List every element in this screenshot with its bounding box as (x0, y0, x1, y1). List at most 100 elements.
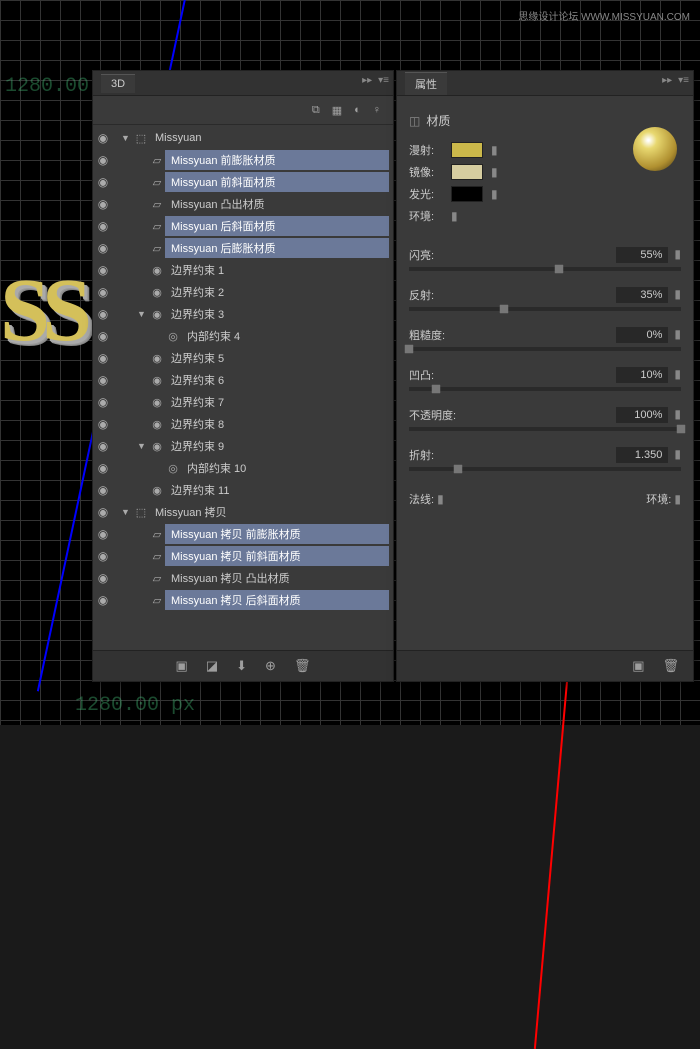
visibility-icon[interactable]: ◉ (93, 439, 113, 453)
tree-row[interactable]: ◉◉边界约束 8 (93, 413, 393, 435)
visibility-icon[interactable]: ◉ (93, 483, 113, 497)
tree-row[interactable]: ◉▼◉边界约束 3 (93, 303, 393, 325)
scene-tree[interactable]: ◉▼⬚Missyuan◉▱Missyuan 前膨胀材质◉▱Missyuan 前斜… (93, 125, 393, 649)
visibility-icon[interactable]: ◉ (93, 571, 113, 585)
visibility-icon[interactable]: ◉ (93, 219, 113, 233)
slider-track[interactable] (409, 427, 681, 431)
slider-value[interactable]: 10% (616, 367, 668, 383)
expand-arrow[interactable]: ▼ (121, 507, 133, 517)
slider-thumb[interactable] (449, 461, 466, 478)
visibility-icon[interactable]: ◉ (93, 351, 113, 365)
visibility-icon[interactable]: ◉ (93, 549, 113, 563)
visibility-icon[interactable]: ◉ (93, 263, 113, 277)
tree-row[interactable]: ◉▱Missyuan 后膨胀材质 (93, 237, 393, 259)
slider-thumb[interactable] (550, 261, 567, 278)
tree-row[interactable]: ◉▼⬚Missyuan (93, 127, 393, 149)
panel-3d-header[interactable]: 3D (93, 71, 393, 96)
slider-thumb[interactable] (401, 341, 418, 358)
light-add-icon[interactable]: ⬇ (236, 658, 247, 674)
tree-row[interactable]: ◉▱Missyuan 前斜面材质 (93, 171, 393, 193)
tree-row[interactable]: ◉▱Missyuan 拷贝 后斜面材质 (93, 589, 393, 611)
tree-row[interactable]: ◉◎内部约束 4 (93, 325, 393, 347)
color-swatch[interactable] (451, 186, 483, 202)
panel-collapse-icon[interactable]: ▸▸ (362, 75, 372, 86)
slider-value[interactable]: 0% (616, 327, 668, 343)
visibility-icon[interactable]: ◉ (93, 197, 113, 211)
new-layer-icon[interactable]: ◪ (206, 658, 218, 674)
folder-icon[interactable]: ▮ (451, 209, 458, 223)
light-icon[interactable]: ♀ (373, 104, 381, 116)
visibility-icon[interactable]: ◉ (93, 131, 113, 145)
visibility-icon[interactable]: ◉ (93, 175, 113, 189)
trash-icon[interactable]: 🗑 (662, 658, 679, 674)
slider-value[interactable]: 100% (616, 407, 668, 423)
tree-row[interactable]: ◉▼⬚Missyuan 拷贝 (93, 501, 393, 523)
folder-icon[interactable]: ▮ (674, 447, 681, 461)
slider-thumb[interactable] (428, 381, 445, 398)
visibility-icon[interactable]: ◉ (93, 373, 113, 387)
visibility-icon[interactable]: ◉ (93, 285, 113, 299)
filter-icon[interactable]: ⧉ (312, 104, 320, 117)
material-preview-sphere[interactable] (633, 127, 677, 171)
tree-row[interactable]: ◉▱Missyuan 拷贝 凸出材质 (93, 567, 393, 589)
visibility-icon[interactable]: ◉ (93, 329, 113, 343)
tree-row[interactable]: ◉▱Missyuan 后斜面材质 (93, 215, 393, 237)
folder-icon[interactable]: ▮ (437, 492, 444, 506)
tab-3d[interactable]: 3D (101, 74, 135, 93)
expand-arrow[interactable]: ▼ (137, 309, 149, 319)
slider-value[interactable]: 35% (616, 287, 668, 303)
tree-row[interactable]: ◉▱Missyuan 前膨胀材质 (93, 149, 393, 171)
folder-icon[interactable]: ▮ (674, 287, 681, 301)
folder-icon[interactable]: ▮ (674, 492, 681, 506)
trash-icon[interactable]: 🗑 (294, 658, 311, 674)
panel-props-header[interactable]: 属性 (397, 71, 693, 96)
color-swatch[interactable] (451, 164, 483, 180)
tree-row[interactable]: ◉▱Missyuan 凸出材质 (93, 193, 393, 215)
panel-menu-icon[interactable]: ▾≡ (678, 75, 689, 86)
tab-properties[interactable]: 属性 (405, 72, 447, 95)
visibility-icon[interactable]: ◉ (93, 307, 113, 321)
folder-icon[interactable]: ▮ (674, 247, 681, 261)
tree-row[interactable]: ◉◉边界约束 7 (93, 391, 393, 413)
tree-row[interactable]: ◉◉边界约束 6 (93, 369, 393, 391)
slider-thumb[interactable] (673, 421, 690, 438)
panel-menu-icon[interactable]: ▾≡ (378, 75, 389, 86)
folder-icon[interactable]: ▮ (491, 143, 498, 157)
folder-icon[interactable]: ▮ (491, 187, 498, 201)
slider-track[interactable] (409, 307, 681, 311)
add-icon[interactable]: ⊕ (265, 658, 276, 674)
render-settings-icon[interactable]: ▣ (632, 658, 644, 674)
view-icon[interactable]: ▦ (332, 104, 342, 117)
visibility-icon[interactable]: ◉ (93, 417, 113, 431)
folder-icon[interactable]: ▮ (674, 327, 681, 341)
visibility-icon[interactable]: ◉ (93, 153, 113, 167)
tree-row[interactable]: ◉▼◉边界约束 9 (93, 435, 393, 457)
text-3d-object[interactable]: SS (0, 250, 92, 370)
folder-icon[interactable]: ▮ (491, 165, 498, 179)
slider-value[interactable]: 1.350 (616, 447, 668, 463)
slider-track[interactable] (409, 387, 681, 391)
expand-arrow[interactable]: ▼ (121, 133, 133, 143)
visibility-icon[interactable]: ◉ (93, 241, 113, 255)
render-icon[interactable]: ▣ (176, 658, 188, 674)
slider-value[interactable]: 55% (616, 247, 668, 263)
tree-row[interactable]: ◉▱Missyuan 拷贝 前斜面材质 (93, 545, 393, 567)
tree-row[interactable]: ◉◎内部约束 10 (93, 457, 393, 479)
tree-row[interactable]: ◉▱Missyuan 拷贝 前膨胀材质 (93, 523, 393, 545)
visibility-icon[interactable]: ◉ (93, 593, 113, 607)
expand-arrow[interactable]: ▼ (137, 441, 149, 451)
mesh-icon[interactable]: ◐ (354, 104, 361, 116)
slider-track[interactable] (409, 347, 681, 351)
visibility-icon[interactable]: ◉ (93, 395, 113, 409)
slider-track[interactable] (409, 267, 681, 271)
tree-row[interactable]: ◉◉边界约束 2 (93, 281, 393, 303)
slider-track[interactable] (409, 467, 681, 471)
tree-row[interactable]: ◉◉边界约束 1 (93, 259, 393, 281)
slider-thumb[interactable] (496, 301, 513, 318)
tree-row[interactable]: ◉◉边界约束 11 (93, 479, 393, 501)
tree-row[interactable]: ◉◉边界约束 5 (93, 347, 393, 369)
panel-collapse-icon[interactable]: ▸▸ (662, 75, 672, 86)
visibility-icon[interactable]: ◉ (93, 527, 113, 541)
visibility-icon[interactable]: ◉ (93, 461, 113, 475)
visibility-icon[interactable]: ◉ (93, 505, 113, 519)
